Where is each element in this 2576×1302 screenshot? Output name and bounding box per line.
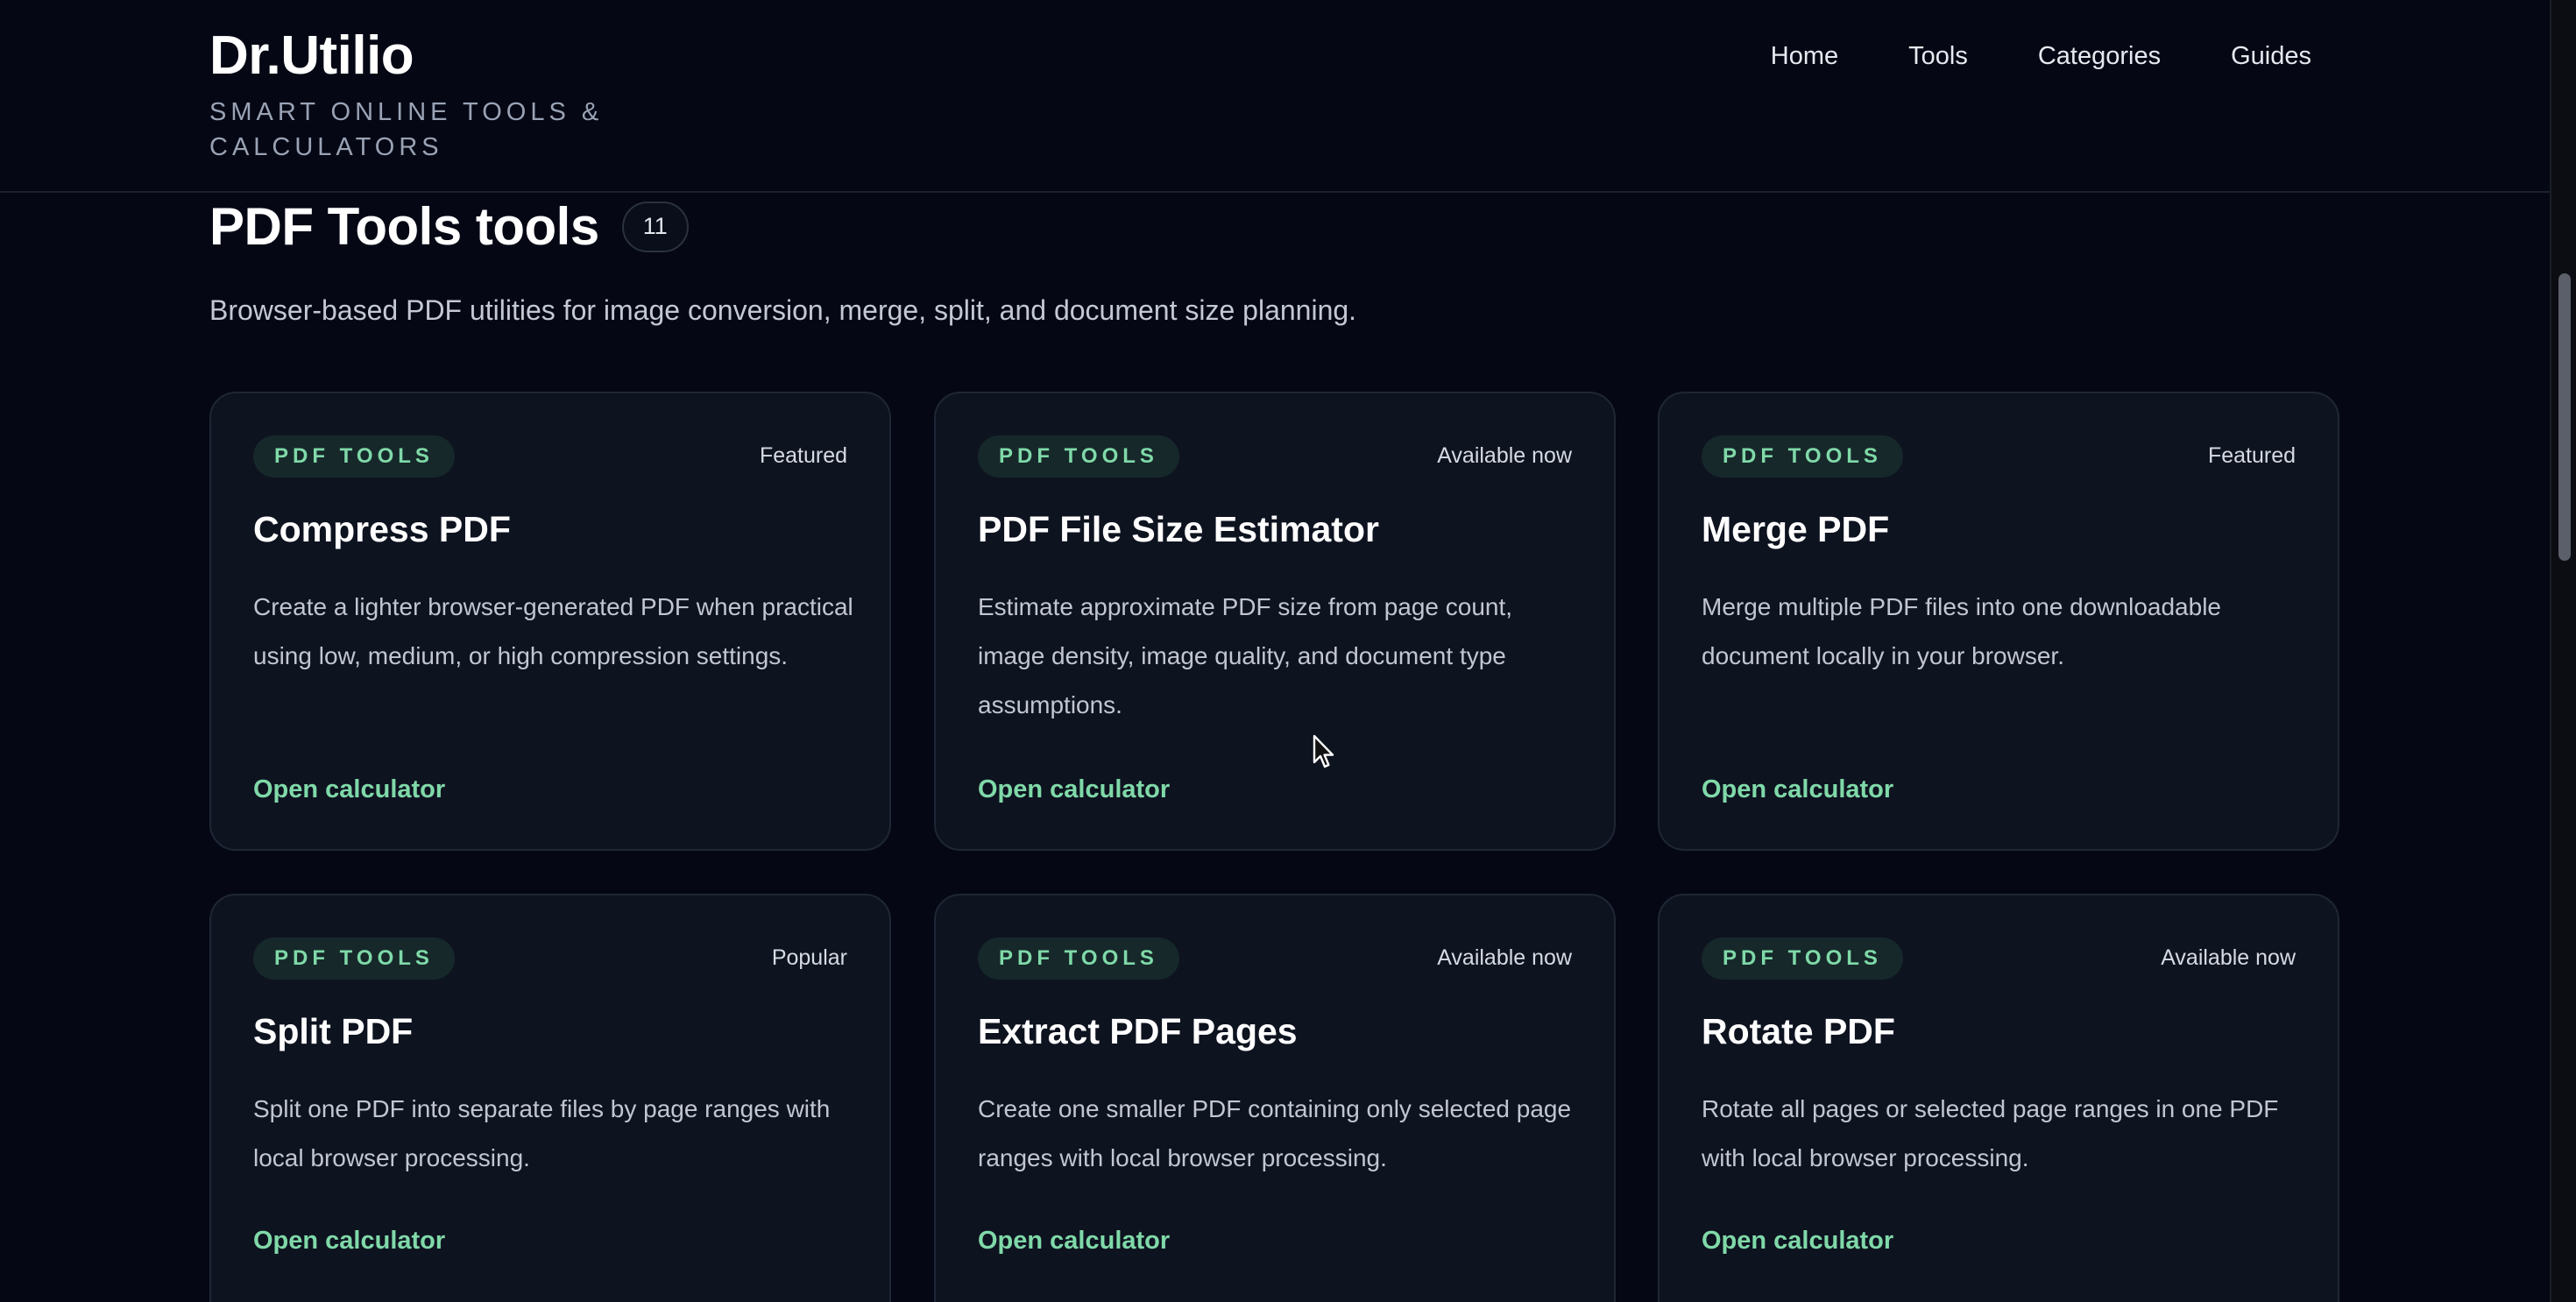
site-logo[interactable]: Dr.Utilio (209, 23, 414, 89)
card-description: Estimate approximate PDF size from page … (978, 593, 1513, 718)
card-description: Rotate all pages or selected page ranges… (1702, 1095, 2279, 1171)
nav-home[interactable]: Home (1771, 39, 1838, 74)
tool-card-compress-pdf[interactable]: PDF TOOLS Featured Compress PDF Create a… (209, 392, 891, 851)
section-description: Browser-based PDF utilities for image co… (209, 294, 1357, 326)
category-chip: PDF TOOLS (978, 938, 1179, 980)
category-chip: PDF TOOLS (253, 938, 455, 980)
open-calculator-link[interactable]: Open calculator (978, 772, 1170, 807)
nav-guides[interactable]: Guides (2231, 39, 2311, 74)
category-chip: PDF TOOLS (978, 435, 1179, 478)
open-calculator-link[interactable]: Open calculator (253, 1223, 445, 1258)
tool-card-extract-pdf-pages[interactable]: PDF TOOLS Available now Extract PDF Page… (934, 894, 1616, 1302)
open-calculator-link[interactable]: Open calculator (1702, 772, 1893, 807)
tool-card-merge-pdf[interactable]: PDF TOOLS Featured Merge PDF Merge multi… (1658, 392, 2339, 851)
tool-card-pdf-file-size-estimator[interactable]: PDF TOOLS Available now PDF File Size Es… (934, 392, 1616, 851)
card-title: Extract PDF Pages (978, 1011, 1298, 1051)
status-label: Available now (1437, 945, 1572, 970)
page: PDF Tools tools 11 Browser-based PDF uti… (0, 0, 2550, 1302)
site-tagline: SMART ONLINE TOOLS & CALCULATORS (209, 98, 604, 161)
tool-count-badge: 11 (621, 201, 689, 252)
site-header: Dr.Utilio SMART ONLINE TOOLS & CALCULATO… (0, 0, 2550, 193)
card-description: Create one smaller PDF containing only s… (978, 1095, 1572, 1171)
status-label: Featured (2207, 443, 2296, 468)
section-title-row: PDF Tools tools 11 (209, 196, 689, 257)
category-chip: PDF TOOLS (253, 435, 455, 478)
card-title: Split PDF (253, 1011, 414, 1051)
open-calculator-link[interactable]: Open calculator (253, 772, 445, 807)
category-chip: PDF TOOLS (1702, 435, 1903, 478)
tool-card-rotate-pdf[interactable]: PDF TOOLS Available now Rotate PDF Rotat… (1658, 894, 2339, 1302)
card-title: Compress PDF (253, 509, 511, 549)
open-calculator-link[interactable]: Open calculator (1702, 1223, 1893, 1258)
mouse-cursor-icon (1313, 734, 1334, 768)
card-description: Split one PDF into separate files by pag… (253, 1095, 831, 1171)
page-title: PDF Tools tools (209, 197, 599, 256)
main-nav: Home Tools Categories Guides (1771, 39, 2311, 74)
card-title: Rotate PDF (1702, 1011, 1895, 1051)
status-label: Featured (759, 443, 847, 468)
category-chip: PDF TOOLS (1702, 938, 1903, 980)
card-description: Create a lighter browser-generated PDF w… (253, 593, 853, 669)
status-label: Available now (1437, 443, 1572, 468)
status-label: Popular (771, 945, 847, 970)
card-title: Merge PDF (1702, 509, 1890, 549)
scrollbar-thumb[interactable] (2558, 273, 2571, 561)
open-calculator-link[interactable]: Open calculator (978, 1223, 1170, 1258)
status-label: Available now (2161, 945, 2296, 970)
nav-categories[interactable]: Categories (2038, 39, 2161, 74)
card-description: Merge multiple PDF files into one downlo… (1702, 593, 2221, 669)
card-title: PDF File Size Estimator (978, 509, 1379, 549)
page-scrollbar[interactable] (2550, 0, 2576, 1302)
tool-card-split-pdf[interactable]: PDF TOOLS Popular Split PDF Split one PD… (209, 894, 891, 1302)
nav-tools[interactable]: Tools (1908, 39, 1968, 74)
